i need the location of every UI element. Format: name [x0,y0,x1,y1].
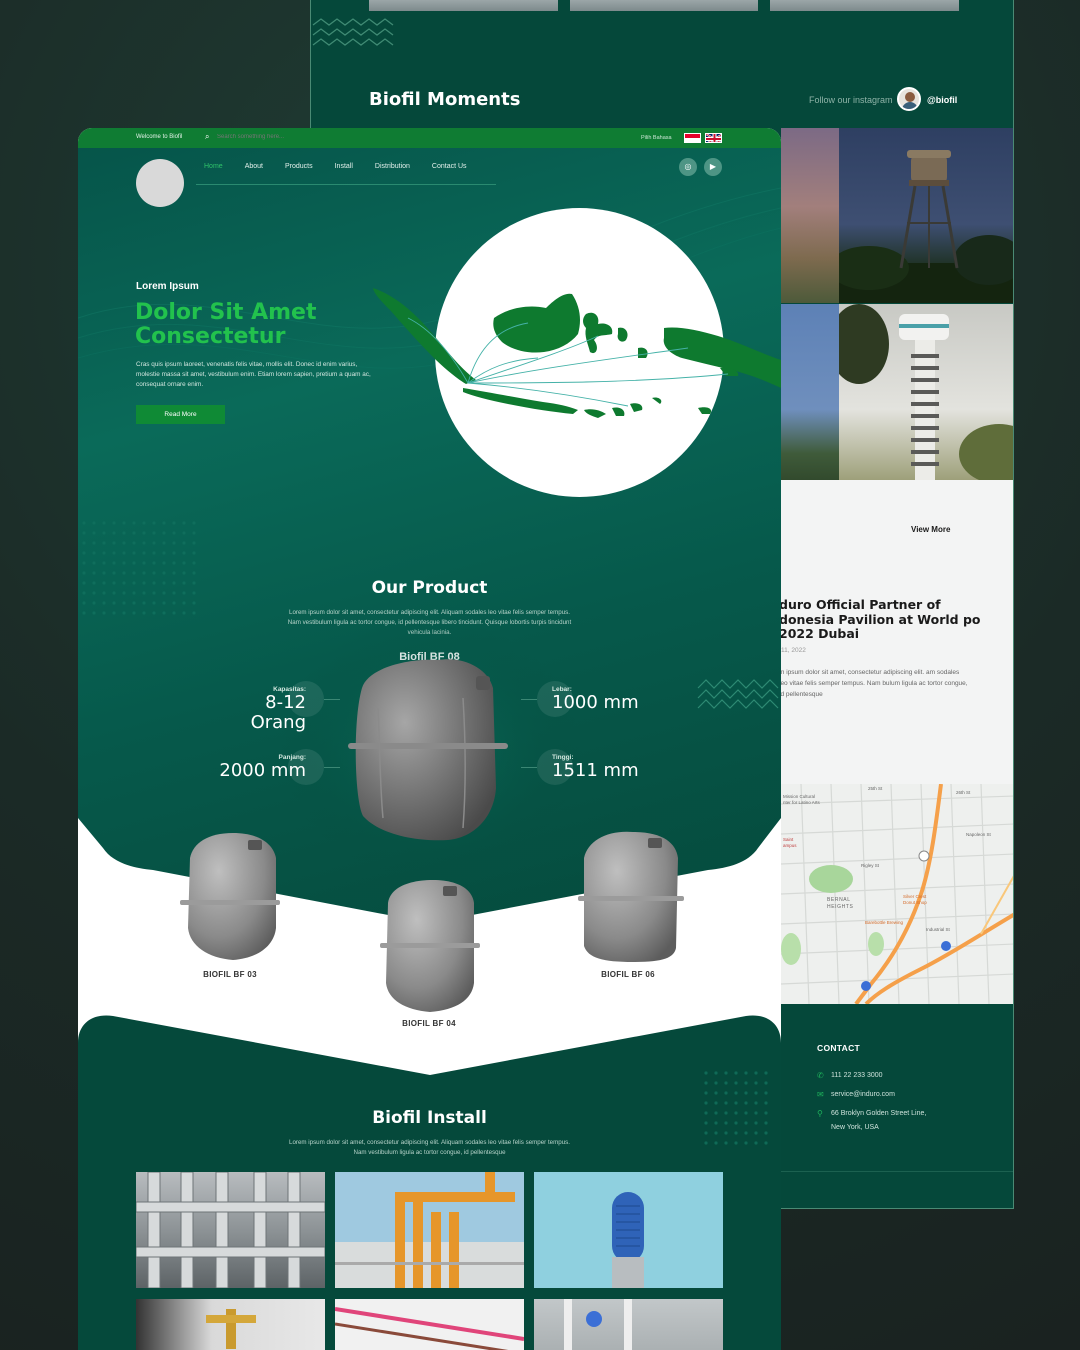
install-description: Lorem ipsum dolor sit amet, consectetur … [289,1139,570,1156]
spec-connector [324,767,340,768]
language-label: Pilih Bahasa [641,135,672,141]
spec-width-value: 1000 mm [552,692,639,713]
welcome-text: Welcome to Biofil [136,134,183,140]
mail-icon: ✉ [817,1090,824,1099]
install-photo-plant[interactable] [534,1299,723,1350]
phone-icon: ✆ [817,1071,824,1080]
map-label: 25th St [868,786,883,791]
zigzag-decoration [312,18,394,46]
footer-divider [781,1171,1013,1172]
map-label: Barebottle Brewing [865,920,904,925]
location-pin-icon: ⚲ [817,1109,823,1118]
flag-uk-icon[interactable] [705,133,722,143]
map-label: Saint ampus [783,837,797,848]
map-label: Industrial St [926,927,950,932]
map-label: BERNAL HEIGHTS [827,897,854,910]
map-label: 26th St [956,790,971,795]
search-input[interactable] [217,134,337,140]
variant-label-bf06[interactable]: BIOFIL BF 06 [568,970,688,979]
spec-width: Lebar: 1000 mm [552,686,639,713]
spec-capacity: Kapasitas: 8-12 Orang [210,686,306,733]
moment-photo-water-tower-rusty[interactable] [839,128,1013,303]
moments-title: Biofil Moments [369,89,521,110]
map-label: Rigley St [861,863,880,868]
moment-photo-water-tower-white[interactable] [839,304,1013,480]
install-photo-valve[interactable] [136,1299,325,1350]
news-excerpt: m ipsum dolor sit amet, consectetur adip… [779,669,968,698]
install-title: Biofil Install [372,1108,487,1128]
spec-connector [521,767,537,768]
map-label: Mission Cultural nter for Latino Arts [783,794,820,805]
install-photo-orange-pipes[interactable] [335,1172,524,1288]
map-label: Napoleon St [966,832,991,837]
gallery-photo[interactable] [369,0,558,11]
location-map[interactable]: Mission Cultural nter for Latino Arts Sai… [781,784,1013,1004]
contact-heading: CONTACT [817,1043,861,1053]
install-photo-pipes[interactable] [136,1172,325,1288]
spec-height-value: 1511 mm [552,760,639,781]
spec-length-value: 2000 mm [219,760,306,781]
map-label: Silver Crest Donut Shop [903,894,927,905]
gallery-photo[interactable] [569,0,759,11]
variant-label-bf03[interactable]: BIOFIL BF 03 [170,970,290,979]
contact-phone[interactable]: ✆ 111 22 233 3000 [817,1069,883,1083]
gallery-strip [369,0,960,13]
follow-instagram-text: Follow our instagram [809,95,893,105]
search-icon[interactable]: ⌕ [205,132,209,142]
front-page-preview: Welcome to Biofil ⌕ Pilih Bahasa [78,128,781,1350]
spec-connector [521,699,537,700]
instagram-handle-link[interactable]: @biofil [927,95,957,105]
spec-capacity-value: 8-12 Orang [250,692,306,733]
install-photo-structure[interactable] [335,1299,524,1350]
gallery-photo[interactable] [770,0,960,11]
flag-indonesia-icon[interactable] [684,133,701,143]
news-date: 11, 2022 [781,647,806,654]
news-title[interactable]: duro Official Partner of donesia Pavilio… [779,597,999,642]
moment-photo-field[interactable] [781,304,839,480]
instagram-avatar[interactable] [897,87,921,111]
top-bar [78,128,781,148]
spec-connector [324,699,340,700]
spec-height: Tinggi: 1511 mm [552,754,639,781]
view-more-link[interactable]: View More [911,525,950,534]
contact-address: ⚲ 66 Broklyn Golden Street Line, New York,… [817,1107,926,1135]
contact-email[interactable]: ✉ service@induro.com [817,1088,895,1102]
spec-length: Panjang: 2000 mm [210,754,306,781]
install-photo-blue-tank[interactable] [534,1172,723,1288]
